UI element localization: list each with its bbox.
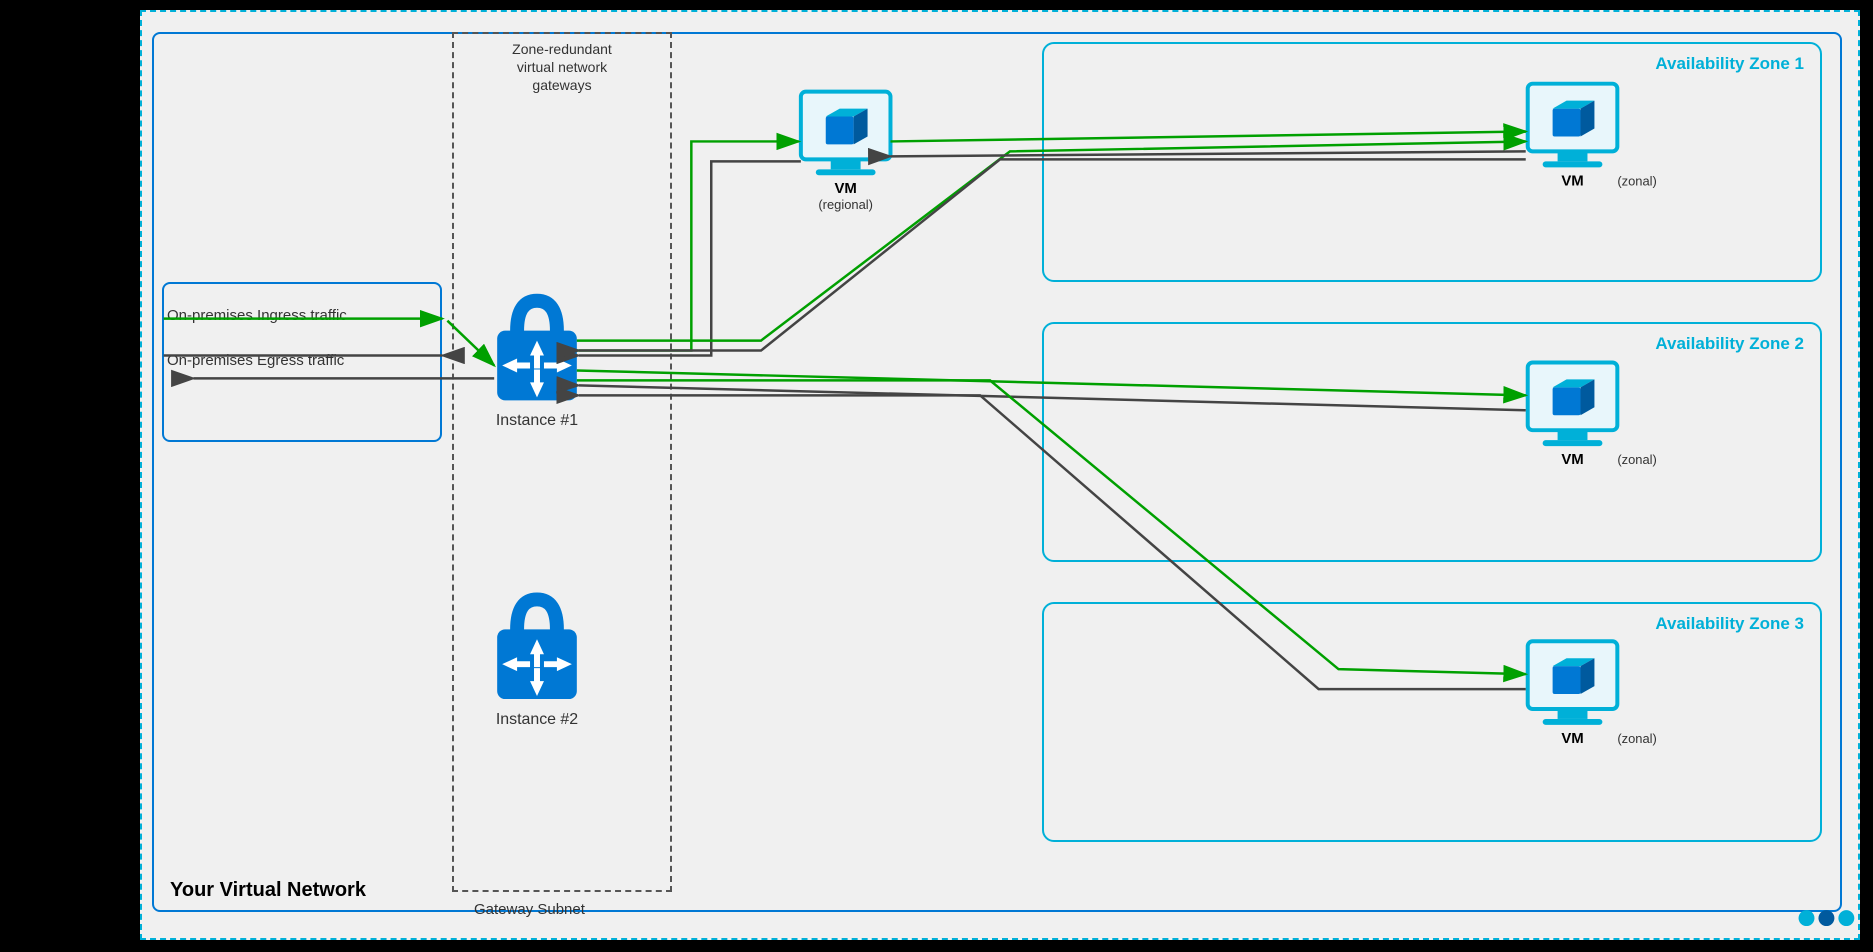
- zone-redundant-label: Zone-redundantvirtual networkgateways: [482, 40, 642, 95]
- gateway-subnet-box: Gateway Subnet: [452, 32, 672, 892]
- az2-label: Availability Zone 2: [1655, 334, 1804, 354]
- egress-label: On-premises Egress traffic: [167, 352, 344, 369]
- vnet-label: Your Virtual Network: [170, 879, 366, 902]
- gateway-subnet-label: Gateway Subnet: [474, 901, 585, 918]
- az-zone-1: Availability Zone 1: [1042, 42, 1822, 282]
- az-zone-3: Availability Zone 3: [1042, 602, 1822, 842]
- az1-label: Availability Zone 1: [1655, 54, 1804, 74]
- diagram-container: Your Virtual Network Gateway Subnet Zone…: [140, 10, 1860, 940]
- az3-label: Availability Zone 3: [1655, 614, 1804, 634]
- ingress-label: On-premises Ingress traffic: [167, 307, 347, 324]
- az-zone-2: Availability Zone 2: [1042, 322, 1822, 562]
